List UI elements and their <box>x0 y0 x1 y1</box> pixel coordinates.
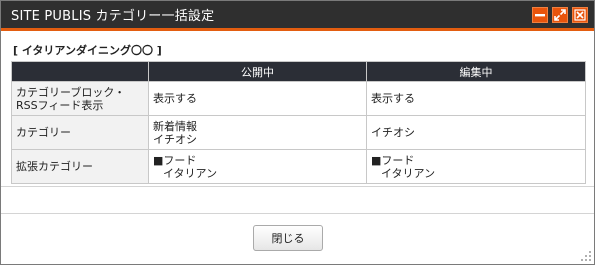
maximize-icon <box>554 8 566 21</box>
window-title: SITE PUBLIS カテゴリー一括設定 <box>11 9 215 24</box>
category-bulk-settings-dialog: SITE PUBLIS カテゴリー一括設定 [ イタリアンダイニング〇〇 ] 公… <box>0 0 595 265</box>
header-blank <box>11 61 149 82</box>
header-editing: 編集中 <box>366 61 586 82</box>
minimize-button[interactable] <box>532 6 548 23</box>
category-group: ■フード <box>371 153 415 167</box>
category-item: イタリアン <box>381 166 436 180</box>
row-label: 拡張カテゴリー <box>11 149 149 184</box>
published-cell: 表示する <box>148 81 367 116</box>
editing-cell: 表示する <box>366 81 586 116</box>
row-label-line: RSSフィード表示 <box>16 98 104 112</box>
category-group: ■フード <box>153 153 197 167</box>
table-row: カテゴリーブロック・ RSSフィード表示 表示する 表示する <box>11 81 586 116</box>
maximize-button[interactable] <box>552 6 568 23</box>
category-item: イタリアン <box>163 166 218 180</box>
close-button[interactable]: 閉じる <box>253 225 323 251</box>
row-label: カテゴリーブロック・ RSSフィード表示 <box>11 81 149 116</box>
table-header-row: 公開中 編集中 <box>11 61 586 82</box>
header-published: 公開中 <box>148 61 367 82</box>
category-item: 新着情報 <box>153 119 197 133</box>
window-controls <box>532 6 594 23</box>
category-settings-table: 公開中 編集中 カテゴリーブロック・ RSSフィード表示 表示する 表示する カ… <box>11 61 586 184</box>
divider <box>1 186 594 187</box>
site-name-label: [ イタリアンダイニング〇〇 ] <box>13 44 162 57</box>
title-bar[interactable]: SITE PUBLIS カテゴリー一括設定 <box>1 1 594 31</box>
published-cell: ■フード イタリアン <box>148 149 367 184</box>
table-row: カテゴリー 新着情報 イチオシ イチオシ <box>11 115 586 150</box>
editing-cell: ■フード イタリアン <box>366 149 586 184</box>
row-label-line: カテゴリーブロック・ <box>16 85 126 99</box>
row-label: カテゴリー <box>11 115 149 150</box>
category-item: イチオシ <box>153 132 197 146</box>
table-row: 拡張カテゴリー ■フード イタリアン ■フード イタリアン <box>11 149 586 184</box>
minimize-icon <box>535 13 545 16</box>
published-cell: 新着情報 イチオシ <box>148 115 367 150</box>
editing-cell: イチオシ <box>366 115 586 150</box>
close-icon <box>574 8 586 21</box>
close-window-button[interactable] <box>572 6 588 23</box>
divider <box>1 213 594 214</box>
resize-grip-icon[interactable] <box>580 250 592 262</box>
